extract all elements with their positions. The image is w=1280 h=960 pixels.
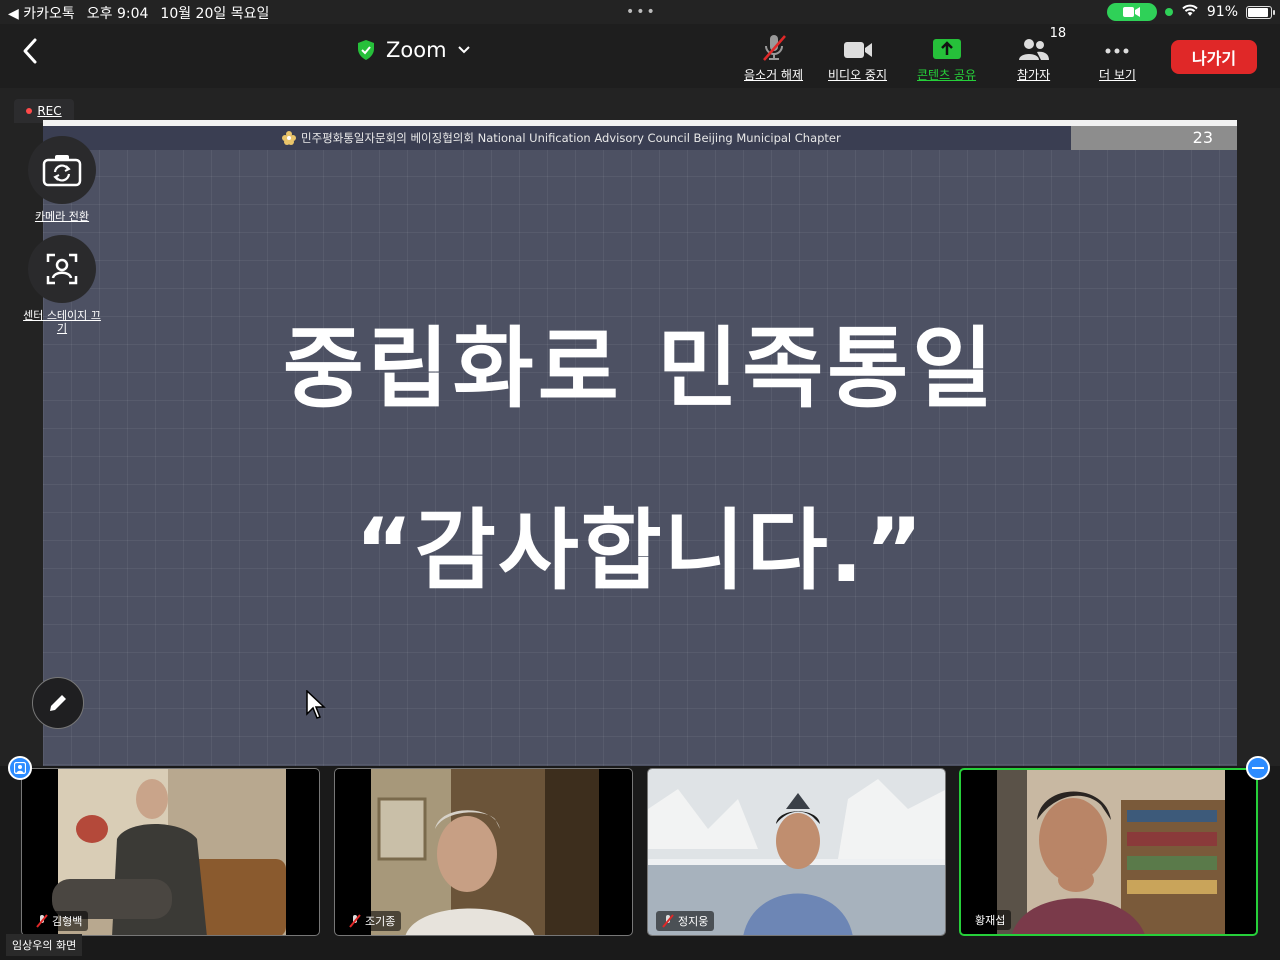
- leave-button[interactable]: 나가기: [1171, 40, 1257, 74]
- minus-icon: [1252, 767, 1264, 769]
- video-strip: 김형백 조기종 정지웅 황재섭: [0, 756, 1280, 960]
- recording-dot-icon: [26, 108, 33, 114]
- shield-check-icon: [358, 40, 374, 60]
- participant-name-tag: 황재섭: [969, 910, 1012, 930]
- wifi-icon: [1181, 3, 1199, 21]
- center-stage-icon: [28, 235, 96, 303]
- video-tile[interactable]: 조기종: [334, 768, 633, 936]
- mic-off-icon: [759, 32, 789, 62]
- camera-in-use-icon: [1106, 3, 1157, 21]
- person-frame-icon: [14, 762, 26, 774]
- participant-name: 황재섭: [975, 914, 1006, 927]
- meeting-title: Zoom: [386, 38, 447, 62]
- more-label: 더 보기: [1099, 68, 1136, 82]
- video-camera-icon: [842, 32, 874, 62]
- status-bar: ◀ 카카오톡 오후 9:04 10월 20일 목요일 ••• 91%: [0, 0, 1280, 24]
- switch-camera-button[interactable]: 카메라 전환: [22, 136, 102, 223]
- privacy-indicator-icon: [1164, 8, 1173, 16]
- annotate-button[interactable]: [32, 677, 84, 729]
- back-button[interactable]: [16, 36, 46, 66]
- mic-muted-icon: [36, 914, 48, 928]
- slide-org-name: 민주평화통일자문회의 베이징협의회 National Unification A…: [301, 131, 841, 145]
- status-date: 10월 20일 목요일: [160, 6, 270, 22]
- meeting-info-button[interactable]: Zoom: [356, 38, 471, 62]
- shared-screen-slide: 민주평화통일자문회의 베이징협의회 National Unification A…: [43, 120, 1237, 766]
- screen-owner-label: 임상우의 화면: [6, 934, 83, 956]
- switch-camera-icon: [28, 136, 96, 204]
- share-screen-icon: [932, 32, 962, 62]
- participants-label: 참가자: [1017, 68, 1051, 82]
- unmute-label: 음소거 해제: [744, 68, 804, 82]
- video-tile-active-speaker[interactable]: 황재섭: [959, 768, 1258, 936]
- slide-header: 민주평화통일자문회의 베이징협의회 National Unification A…: [43, 126, 1237, 150]
- slide-page-number: 23: [1192, 128, 1213, 147]
- minimize-strip-button[interactable]: [1246, 756, 1270, 780]
- mouse-pointer-icon: [306, 690, 326, 719]
- slide-org-line: 민주평화통일자문회의 베이징협의회 National Unification A…: [281, 130, 841, 146]
- status-time: 오후 9:04: [86, 6, 149, 22]
- zoom-meeting-screen: ◀ 카카오톡 오후 9:04 10월 20일 목요일 ••• 91% Zoom: [0, 0, 1280, 960]
- chevron-down-icon: [457, 46, 470, 54]
- battery-percent: 91%: [1206, 4, 1238, 20]
- more-button[interactable]: 더 보기: [1099, 32, 1136, 83]
- unmute-button[interactable]: 음소거 해제: [744, 32, 803, 83]
- video-tile[interactable]: 정지웅: [647, 768, 946, 936]
- participant-name-tag: 김형백: [30, 911, 89, 931]
- mic-muted-icon: [349, 914, 361, 928]
- participants-icon: 18: [1018, 26, 1066, 62]
- battery-fill: [1248, 7, 1269, 17]
- pin-video-button[interactable]: [8, 756, 32, 780]
- video-tile[interactable]: 김형백: [21, 768, 320, 936]
- flower-logo-icon: [282, 131, 296, 145]
- center-stage-label: 센터 스테이지 끄기: [23, 309, 101, 335]
- chevron-left-icon: [23, 38, 37, 64]
- participants-button[interactable]: 18 참가자: [1017, 26, 1066, 83]
- slide-title: 중립화로 민족통일: [282, 317, 998, 420]
- more-dots-icon: [1102, 32, 1132, 62]
- meeting-toolbar: Zoom 음소거 해제 비디오 중지 콘텐츠 공유 18 참가자 더 보기 나가…: [0, 24, 1280, 88]
- share-content-button[interactable]: 콘텐츠 공유: [917, 32, 976, 83]
- recording-label: REC: [37, 104, 62, 118]
- participants-count: 18: [1049, 26, 1067, 41]
- stop-video-button[interactable]: 비디오 중지: [828, 32, 887, 83]
- participant-name-tag: 정지웅: [656, 911, 715, 931]
- participant-name: 조기종: [365, 915, 396, 928]
- participant-name-tag: 조기종: [343, 911, 402, 931]
- participant-name: 김형백: [52, 915, 83, 928]
- pencil-icon: [50, 695, 66, 711]
- mic-muted-icon: [662, 914, 674, 928]
- share-content-label: 콘텐츠 공유: [917, 68, 977, 82]
- slide-thanks: “감사합니다.”: [355, 499, 925, 602]
- stop-video-label: 비디오 중지: [828, 68, 888, 82]
- battery-icon: [1246, 5, 1275, 19]
- back-to-app-link[interactable]: ◀ 카카오톡: [8, 3, 75, 23]
- switch-camera-label: 카메라 전환: [34, 210, 90, 223]
- center-stage-button[interactable]: 센터 스테이지 끄기: [22, 235, 102, 335]
- multitasking-dots-icon[interactable]: •••: [626, 4, 657, 20]
- participant-name: 정지웅: [678, 915, 709, 928]
